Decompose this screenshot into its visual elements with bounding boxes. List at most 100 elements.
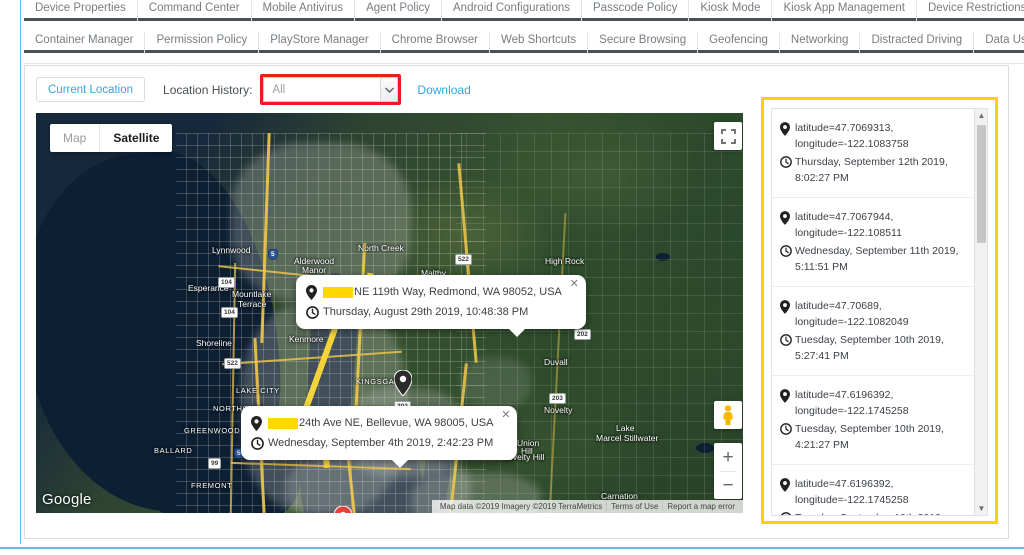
map-road-segment bbox=[219, 133, 220, 513]
zoom-control-divider bbox=[720, 471, 736, 472]
map-road-segment bbox=[456, 223, 743, 224]
map-route-shield: 99 bbox=[208, 458, 222, 469]
tab-distracted-driving[interactable]: Distracted Driving bbox=[859, 32, 974, 53]
history-time-row: Tuesday, September 10th 2019, 3:45:18 PM bbox=[780, 511, 968, 515]
history-coords-row: latitude=47.70689, longitude=-122.108204… bbox=[780, 299, 968, 330]
tab-container-manager[interactable]: Container Manager bbox=[24, 32, 145, 53]
tab-data-usage[interactable]: Data Usage bbox=[973, 32, 1024, 53]
tab-baseline bbox=[24, 63, 1024, 64]
tab-label: Web Shortcuts bbox=[500, 34, 577, 46]
tab-kiosk-app-management[interactable]: Kiosk App Management bbox=[771, 0, 916, 21]
history-coords-text: latitude=47.7069313, longitude=-122.1083… bbox=[795, 122, 909, 150]
zoom-out-button[interactable]: − bbox=[714, 471, 742, 499]
map-attribution-bar: Map data ©2019 Imagery ©2019 TerraMetric… bbox=[431, 500, 743, 513]
location-history-scrollbar[interactable]: ▲ ▼ bbox=[974, 109, 987, 515]
map-data-attribution: Map data ©2019 Imagery ©2019 TerraMetric… bbox=[439, 502, 603, 511]
map-marker-north[interactable] bbox=[394, 370, 412, 396]
tab-mobile-antivirus[interactable]: Mobile Antivirus bbox=[250, 0, 355, 21]
tab-label: Kiosk Mode bbox=[700, 2, 761, 14]
tab-command-center[interactable]: Command Center bbox=[136, 0, 251, 21]
tab-networking[interactable]: Networking bbox=[778, 32, 860, 53]
location-history-item[interactable]: latitude=47.7067944, longitude=-122.1085… bbox=[772, 198, 974, 287]
tab-agent-policy[interactable]: Agent Policy bbox=[354, 0, 442, 21]
location-pin-icon bbox=[780, 477, 795, 508]
infowindow-close-icon[interactable]: ✕ bbox=[570, 279, 579, 290]
scroll-up-arrow-icon[interactable]: ▲ bbox=[975, 109, 987, 122]
location-history-item[interactable]: latitude=47.70689, longitude=-122.108204… bbox=[772, 287, 974, 376]
location-history-item[interactable]: latitude=47.6196392, longitude=-122.1745… bbox=[772, 376, 974, 465]
map-type-control[interactable]: Map Satellite bbox=[50, 124, 173, 152]
tab-underline bbox=[355, 18, 442, 21]
clock-icon bbox=[780, 333, 795, 364]
tab-secure-browsing[interactable]: Secure Browsing bbox=[587, 32, 698, 53]
current-location-button[interactable]: Current Location bbox=[36, 77, 146, 102]
page-footer-background bbox=[0, 544, 1024, 555]
page-bottom-accent-line bbox=[0, 547, 1024, 549]
map-infowindow-redmond[interactable]: ✕ NE 119th Way, Redmond, WA 98052, USA T… bbox=[296, 275, 586, 337]
tab-geofencing[interactable]: Geofencing bbox=[697, 32, 779, 53]
tab-playstore-manager[interactable]: PlayStore Manager bbox=[258, 32, 380, 53]
history-coords-text: latitude=47.6196392, longitude=-122.1745… bbox=[795, 389, 909, 417]
tab-android-configurations[interactable]: Android Configurations bbox=[441, 0, 582, 21]
tab-underline bbox=[24, 18, 137, 21]
tab-underline bbox=[698, 50, 779, 53]
infowindow-time-row: Thursday, August 29th 2019, 10:48:38 PM bbox=[306, 304, 562, 320]
map-road-segment bbox=[456, 475, 743, 476]
history-time-text: Thursday, September 12th 2019, 8:02:27 P… bbox=[795, 156, 948, 184]
tab-chrome-browser[interactable]: Chrome Browser bbox=[379, 32, 489, 53]
map-road-segment bbox=[176, 469, 486, 470]
map-road-segment bbox=[176, 193, 486, 194]
map-type-map-button[interactable]: Map bbox=[50, 124, 99, 152]
tab-passcode-policy[interactable]: Passcode Policy bbox=[581, 0, 689, 21]
chevron-down-icon[interactable] bbox=[380, 78, 398, 101]
infowindow-close-icon[interactable]: ✕ bbox=[501, 410, 510, 421]
map-road-segment bbox=[176, 169, 486, 170]
history-time-row: Tuesday, September 10th 2019, 4:21:27 PM bbox=[780, 422, 968, 453]
tab-label: Networking bbox=[790, 34, 849, 46]
history-time-row: Tuesday, September 10th 2019, 5:27:41 PM bbox=[780, 333, 968, 364]
tab-label: Geofencing bbox=[709, 34, 768, 46]
download-link[interactable]: Download bbox=[417, 83, 470, 97]
map-road-segment bbox=[456, 493, 743, 494]
tab-device-properties[interactable]: Device Properties bbox=[24, 0, 137, 21]
tab-underline bbox=[145, 50, 259, 53]
location-history-item[interactable]: latitude=47.6196392, longitude=-122.1745… bbox=[772, 465, 974, 515]
map-road-segment bbox=[653, 133, 654, 513]
map-road-segment bbox=[704, 133, 705, 513]
fullscreen-button[interactable] bbox=[714, 122, 742, 150]
tab-underline bbox=[24, 50, 145, 53]
report-map-error-link[interactable]: Report a map error bbox=[663, 502, 739, 511]
map-road-segment bbox=[176, 181, 486, 182]
map-road-segment bbox=[456, 205, 743, 206]
scroll-down-arrow-icon[interactable]: ▼ bbox=[975, 502, 987, 515]
pegman-icon bbox=[723, 405, 733, 425]
tab-label: Android Configurations bbox=[453, 2, 571, 14]
map-marker-current[interactable] bbox=[334, 506, 352, 513]
history-time-row: Wednesday, September 11th 2019, 5:11:51 … bbox=[780, 244, 968, 275]
location-pin-icon bbox=[780, 388, 795, 419]
scrollbar-thumb[interactable] bbox=[977, 125, 986, 243]
street-view-pegman-button[interactable] bbox=[714, 401, 742, 429]
tab-label: Secure Browsing bbox=[599, 34, 687, 46]
map-infowindow-bellevue[interactable]: ✕ 24th Ave NE, Bellevue, WA 98005, USA W… bbox=[241, 406, 518, 468]
map-road-segment bbox=[176, 493, 486, 494]
tab-web-shortcuts[interactable]: Web Shortcuts bbox=[488, 32, 588, 53]
map-road-segment bbox=[456, 133, 743, 134]
map-road-segment bbox=[176, 349, 486, 350]
map-canvas[interactable]: LynnwoodNorth CreekAlderwoodManorCANYON … bbox=[36, 113, 743, 513]
tab-device-restrictions[interactable]: Device Restrictions bbox=[915, 0, 1024, 21]
map-zoom-control[interactable]: + − bbox=[714, 443, 742, 499]
tab-permission-policy[interactable]: Permission Policy bbox=[144, 32, 259, 53]
location-history-item[interactable]: latitude=47.7069313, longitude=-122.1083… bbox=[772, 109, 974, 198]
map-type-satellite-button[interactable]: Satellite bbox=[100, 124, 172, 152]
location-history-list[interactable]: latitude=47.7069313, longitude=-122.1083… bbox=[772, 109, 974, 515]
tab-label: Kiosk App Management bbox=[783, 2, 905, 14]
location-history-select[interactable]: All bbox=[263, 77, 399, 102]
tab-underline bbox=[489, 50, 588, 53]
zoom-in-button[interactable]: + bbox=[714, 443, 742, 471]
history-coords-text: latitude=47.70689, longitude=-122.108204… bbox=[795, 300, 909, 328]
tab-kiosk-mode[interactable]: Kiosk Mode bbox=[688, 0, 772, 21]
tab-row-1: Device Properties Command Center Mobile An… bbox=[24, 0, 1024, 21]
terms-of-use-link[interactable]: Terms of Use bbox=[607, 502, 662, 511]
infowindow-address-row: 24th Ave NE, Bellevue, WA 98005, USA bbox=[251, 415, 493, 431]
